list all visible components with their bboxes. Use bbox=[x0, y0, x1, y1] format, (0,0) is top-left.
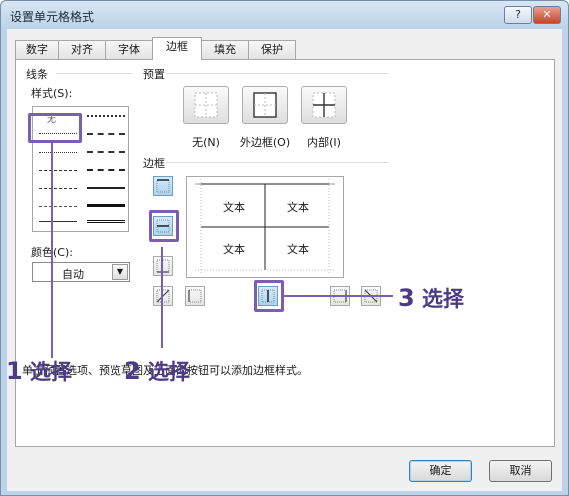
close-button[interactable]: ✕ bbox=[533, 6, 561, 24]
line-style-dashed[interactable] bbox=[39, 206, 77, 207]
presets-group-divider bbox=[166, 73, 388, 74]
border-preview[interactable]: 文本 文本 文本 文本 bbox=[186, 176, 344, 278]
preset-none-icon bbox=[194, 92, 218, 118]
annotation-1-text: 选择 bbox=[30, 360, 73, 384]
border-diagonal-up-button[interactable] bbox=[153, 286, 173, 306]
border-left-button[interactable] bbox=[185, 286, 205, 306]
line-style-medium-dash-dot[interactable] bbox=[87, 151, 125, 153]
annotation-2-text: 选择 bbox=[148, 360, 191, 384]
tab-font[interactable]: 字体 bbox=[105, 40, 153, 59]
preset-inside-button[interactable] bbox=[301, 86, 347, 124]
border-right-button[interactable] bbox=[330, 286, 350, 306]
tab-protection[interactable]: 保护 bbox=[248, 40, 296, 59]
border-group-divider bbox=[166, 162, 388, 163]
preset-outline-button[interactable] bbox=[242, 86, 288, 124]
border-diagonal-down-button[interactable] bbox=[361, 286, 381, 306]
border-left-icon bbox=[188, 289, 202, 303]
border-right-icon bbox=[333, 289, 347, 303]
line-style-dash-dot-dot[interactable] bbox=[39, 170, 77, 171]
line-style-medium-dash-dot-dot[interactable] bbox=[87, 115, 125, 117]
line-style-slanted-dash-dot[interactable] bbox=[87, 133, 125, 135]
annotation-1: 1 选择 bbox=[6, 356, 72, 386]
preset-none-label: 无(N) bbox=[192, 136, 220, 149]
annotation-highlight-line-style bbox=[28, 113, 82, 143]
line-style-medium[interactable] bbox=[87, 187, 125, 189]
line-style-thin[interactable] bbox=[39, 221, 77, 222]
tab-border[interactable]: 边框 bbox=[152, 37, 202, 60]
diagonal-down-icon bbox=[364, 289, 378, 303]
color-select[interactable]: 自动 ▼ bbox=[32, 262, 130, 282]
annotation-3-number: 3 bbox=[398, 284, 415, 312]
title-bar: 设置单元格格式 ? ✕ bbox=[1, 1, 568, 29]
annotation-1-number: 1 bbox=[6, 357, 23, 385]
ok-button[interactable]: 确定 bbox=[409, 460, 472, 482]
preset-inside-icon bbox=[312, 92, 336, 118]
preset-none-button[interactable] bbox=[183, 86, 229, 124]
border-top-button[interactable] bbox=[153, 176, 173, 196]
line-style-medium-dashed[interactable] bbox=[87, 169, 125, 171]
border-tab-panel: 线条 样式(S): 无 颜色(C): 自动 ▼ 预置 无(N) 外边框(O) 内… bbox=[15, 59, 555, 447]
annotation-highlight-inside-horizontal bbox=[149, 210, 179, 242]
dialog-body: 数字 对齐 字体 边框 填充 保护 线条 样式(S): 无 颜色(C): 自动 … bbox=[7, 29, 562, 491]
preset-outline-label: 外边框(O) bbox=[239, 136, 291, 149]
presets-group-label: 预置 bbox=[143, 68, 165, 81]
annotation-3-text: 选择 bbox=[422, 287, 465, 311]
border-bottom-icon bbox=[156, 259, 170, 273]
annotation-3: 3 选择 bbox=[398, 283, 464, 313]
style-label: 样式(S): bbox=[31, 87, 73, 100]
dialog-title: 设置单元格格式 bbox=[10, 10, 95, 24]
tab-fill[interactable]: 填充 bbox=[201, 40, 249, 59]
color-label: 颜色(C): bbox=[31, 246, 73, 259]
preview-cell-text: 文本 bbox=[223, 243, 245, 256]
color-select-value: 自动 bbox=[62, 268, 84, 281]
line-group-label: 线条 bbox=[26, 68, 48, 81]
preview-cell-text: 文本 bbox=[223, 201, 245, 214]
preview-cell-text: 文本 bbox=[287, 201, 309, 214]
cancel-button[interactable]: 取消 bbox=[489, 460, 552, 482]
border-group-label: 边框 bbox=[143, 157, 165, 170]
line-style-double[interactable] bbox=[87, 220, 125, 223]
preset-outline-icon bbox=[253, 92, 277, 118]
preview-grid bbox=[195, 179, 335, 274]
line-style-thick[interactable] bbox=[87, 204, 125, 207]
line-style-dotted[interactable] bbox=[39, 152, 77, 153]
annotation-2: 2 选择 bbox=[124, 356, 190, 386]
annotation-2-number: 2 bbox=[124, 357, 141, 385]
tab-alignment[interactable]: 对齐 bbox=[58, 40, 106, 59]
annotation-highlight-inside-vertical bbox=[254, 280, 284, 312]
format-cells-dialog: 设置单元格格式 ? ✕ 数字 对齐 字体 边框 填充 保护 线条 样式(S): … bbox=[0, 0, 569, 496]
help-button[interactable]: ? bbox=[504, 6, 532, 24]
border-bottom-button[interactable] bbox=[153, 256, 173, 276]
line-style-dash-dot[interactable] bbox=[39, 188, 77, 189]
tab-number[interactable]: 数字 bbox=[15, 40, 59, 59]
preset-inside-label: 内部(I) bbox=[307, 136, 341, 149]
line-group-divider bbox=[56, 73, 132, 74]
diagonal-up-icon bbox=[156, 289, 170, 303]
chevron-down-icon[interactable]: ▼ bbox=[112, 264, 128, 280]
border-top-icon bbox=[156, 179, 170, 193]
preview-cell-text: 文本 bbox=[287, 243, 309, 256]
